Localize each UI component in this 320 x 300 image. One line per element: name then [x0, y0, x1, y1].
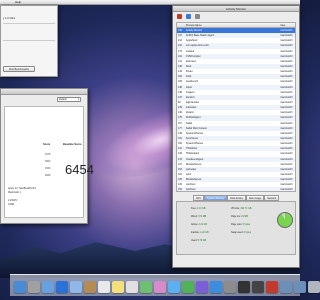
score-cell: 2848 — [45, 174, 51, 177]
menu-row[interactable] — [3, 46, 55, 50]
system-info-line: 2.26GHz — [8, 199, 18, 202]
stat-label: Inactive: — [191, 232, 201, 234]
memory-stat: Page ins: 21 MB — [231, 216, 248, 218]
memory-stat: Wired: 371 MB — [191, 216, 206, 218]
system-info-line: Apple Inc. MacBookPro8,1 — [8, 187, 37, 190]
terminal-icon[interactable] — [238, 281, 250, 293]
divider — [3, 23, 55, 24]
stat-label: Swap used: — [231, 232, 244, 234]
stat-value: 2.10 GB — [197, 208, 206, 210]
facetime-icon[interactable] — [182, 281, 194, 293]
stat-value: 371 MB — [198, 216, 207, 218]
stat-value: 2.21 GB — [198, 224, 207, 226]
stat-value: 291.71 GB — [240, 208, 252, 210]
menu-row[interactable]: y 1.0 Ultra — [3, 17, 55, 21]
launchpad-icon[interactable] — [28, 281, 40, 293]
memory-pie-chart — [277, 212, 293, 228]
memory-stat: Active: 2.21 GB — [191, 224, 207, 226]
process-name-cell: xpcdriver — [185, 188, 196, 192]
stat-label: Page outs: — [231, 224, 243, 226]
dock — [10, 274, 320, 296]
window-toolbar: Default ▾ — [1, 95, 87, 104]
itunes-icon[interactable] — [196, 281, 208, 293]
system-info-line: Macintosh 1 — [8, 191, 21, 194]
quit-process-icon[interactable] — [177, 14, 182, 19]
preset-dropdown[interactable]: Default ▾ — [57, 97, 81, 102]
run-benchmarks-button[interactable]: Run Benchmarks — [3, 66, 35, 72]
stat-label: Page ins: — [231, 216, 242, 218]
memory-stats-panel: Free: 2.10 GB Wired: 371 MB Active: 2.21 G… — [176, 201, 296, 255]
geekbench-score: 6454 — [65, 162, 94, 177]
photos-icon[interactable] — [154, 281, 166, 293]
menu-row[interactable] — [3, 34, 55, 38]
stat-value: 0 bytes — [242, 224, 251, 226]
memory-stat: Used: 5.79 GB — [191, 240, 206, 242]
app-store-icon[interactable] — [210, 281, 222, 293]
reminders-icon[interactable] — [126, 281, 138, 293]
memory-stat: Page outs: 0 bytes — [231, 224, 250, 226]
memory-stat: Swap used: 0 bytes — [231, 232, 251, 234]
activity-monitor-icon[interactable] — [252, 281, 264, 293]
preferences-icon[interactable] — [224, 281, 236, 293]
activity-monitor-window: Activity Monitor Process Name User 336 Ac… — [172, 5, 300, 268]
user-cell: macintosh3 — [280, 188, 293, 192]
pid-column-header[interactable] — [177, 23, 186, 27]
geekbench-icon[interactable] — [266, 281, 278, 293]
inspect-icon[interactable] — [186, 14, 191, 19]
process-name-column-header[interactable]: Process Name — [186, 23, 245, 27]
memory-stat: VM size: 291.71 GB — [231, 208, 251, 210]
contacts-icon[interactable] — [84, 281, 96, 293]
documents-icon[interactable] — [280, 281, 292, 293]
pid-cell: 152 — [178, 188, 182, 192]
memory-stat: Inactive: 1.22 GB — [191, 232, 209, 234]
mail-icon[interactable] — [70, 281, 82, 293]
memory-stat: Free: 2.10 GB — [191, 208, 205, 210]
table-row[interactable]: 152 xpcdriver macintosh3 — [177, 187, 295, 192]
calendar-icon[interactable] — [98, 281, 110, 293]
score-cell: 4543 — [45, 167, 51, 170]
process-rows: 336 Activity Monitor macintosh3 317 AirPort … — [177, 28, 295, 192]
dropdown-value: Default — [59, 98, 67, 101]
stat-label: Active: — [191, 224, 199, 226]
window-toolbar — [173, 12, 299, 21]
safari-icon[interactable] — [56, 281, 68, 293]
geekbench-window: Default ▾ Score Baseline Score 3278 3823… — [0, 88, 94, 224]
system-info-line: 0.999 — [8, 203, 14, 206]
divider — [3, 39, 55, 40]
score-cell: 3823 — [45, 160, 51, 163]
sample-process-icon[interactable] — [195, 14, 200, 19]
stat-value: 1.22 GB — [200, 232, 209, 234]
chevron-down-icon: ▾ — [77, 98, 79, 101]
dropdown-menu-panel: y 1.0 Ultra Run Benchmarks — [0, 5, 58, 77]
mission-control-icon[interactable] — [42, 281, 54, 293]
stat-value: 21 MB — [241, 216, 248, 218]
trash-icon[interactable] — [308, 281, 320, 293]
user-column-header[interactable]: User — [245, 23, 295, 27]
process-table: Process Name User 336 Activity Monitor mac… — [176, 22, 296, 192]
menu-help[interactable]: Help — [15, 0, 21, 4]
stat-label: Used: — [191, 240, 198, 242]
notes-icon[interactable] — [112, 281, 124, 293]
results-panel: Score Baseline Score 3278 3823 4543 2848… — [4, 106, 94, 218]
finder-icon[interactable] — [14, 281, 26, 293]
stat-value: 0 bytes — [243, 232, 252, 234]
score-column-header: Score — [43, 143, 51, 146]
score-cell: 3278 — [45, 153, 51, 156]
baseline-column-header: Baseline Score — [63, 143, 82, 146]
stat-value: 5.79 GB — [197, 240, 207, 242]
messages-icon[interactable] — [168, 281, 180, 293]
downloads-icon[interactable] — [294, 281, 306, 293]
maps-icon[interactable] — [140, 281, 152, 293]
